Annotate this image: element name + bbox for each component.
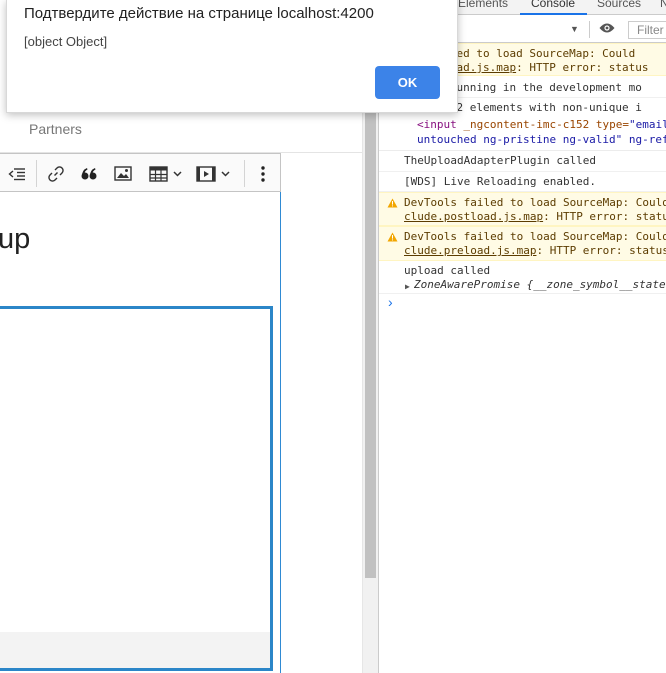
log-text: [WDS] Live Reloading enabled. [404, 175, 597, 188]
log-text: : HTTP error: statu [543, 210, 666, 223]
log-text: und 2 elements with non-unique i [430, 101, 642, 114]
expand-triangle-icon[interactable]: ▶ [405, 280, 410, 293]
link-icon[interactable] [42, 154, 70, 193]
media-embed-icon[interactable] [193, 154, 233, 193]
eye-icon[interactable] [599, 22, 615, 37]
log-text: DevTools failed to load SourceMap: Could [404, 230, 666, 243]
log-text: is running in the development mo [430, 81, 642, 94]
warning-icon [387, 198, 398, 212]
tab-elements[interactable]: Elements [458, 0, 508, 10]
toolbar-separator [244, 160, 245, 187]
html-attribute-value: "email [628, 118, 666, 131]
tab-console[interactable]: Console [531, 0, 575, 10]
log-text: failed to load SourceMap: Could [430, 47, 636, 60]
more-icon[interactable] [250, 154, 276, 193]
outdent-icon[interactable] [3, 154, 31, 193]
ok-button[interactable]: OK [375, 66, 440, 99]
console-warning: DevTools failed to load SourceMap: Could… [379, 226, 666, 261]
alert-message: [object Object] [24, 34, 108, 49]
promise-object[interactable]: ZoneAwarePromise {__zone_symbol__state [414, 278, 666, 292]
log-text: DevTools failed to load SourceMap: Could [404, 196, 666, 209]
alert-title: Подтвердите действие на странице localho… [24, 5, 374, 22]
console-message: TheUploadAdapterPlugin called [379, 151, 666, 172]
console-warning: DevTools failed to load SourceMap: Could… [379, 192, 666, 226]
log-text: : HTTP error: status [536, 244, 666, 257]
active-tab-indicator [520, 13, 587, 15]
tab-sources[interactable]: Sources [597, 0, 641, 10]
log-text: upload called [404, 264, 491, 277]
warning-icon [387, 232, 398, 246]
tab-network[interactable]: N [660, 0, 666, 10]
editor-toolbar [0, 153, 281, 192]
toolbar-separator [589, 21, 590, 38]
log-text: untouched ng-pristine ng-valid" ng-ref [417, 133, 666, 146]
filter-input[interactable]: Filter [628, 21, 666, 39]
html-tag[interactable]: <input [417, 118, 457, 131]
source-link[interactable]: clude.postload.js.map [404, 210, 543, 223]
nav-link-partners[interactable]: Partners [29, 121, 82, 137]
table-icon[interactable] [146, 154, 186, 193]
html-attribute: _ngcontent-imc-c152 [456, 118, 590, 131]
console-prompt-icon[interactable]: › [388, 294, 393, 310]
source-link[interactable]: clude.preload.js.map [404, 244, 536, 257]
alert-dialog: Подтвердите действие на странице localho… [6, 0, 458, 113]
dropdown-arrow-icon[interactable]: ▼ [570, 24, 579, 34]
selected-embed-widget[interactable] [0, 306, 273, 671]
image-icon[interactable] [109, 154, 137, 193]
console-message: upload called ▶ ZoneAwarePromise {__zone… [379, 261, 666, 294]
log-text: : HTTP error: status [516, 61, 649, 74]
embed-caption-area[interactable] [0, 632, 270, 668]
console-message: [WDS] Live Reloading enabled. [379, 172, 666, 192]
html-attribute: type= [589, 118, 629, 131]
log-text: TheUploadAdapterPlugin called [404, 154, 597, 167]
blockquote-icon[interactable] [75, 154, 103, 193]
toolbar-separator [36, 160, 37, 187]
editor-heading: up [0, 223, 31, 255]
